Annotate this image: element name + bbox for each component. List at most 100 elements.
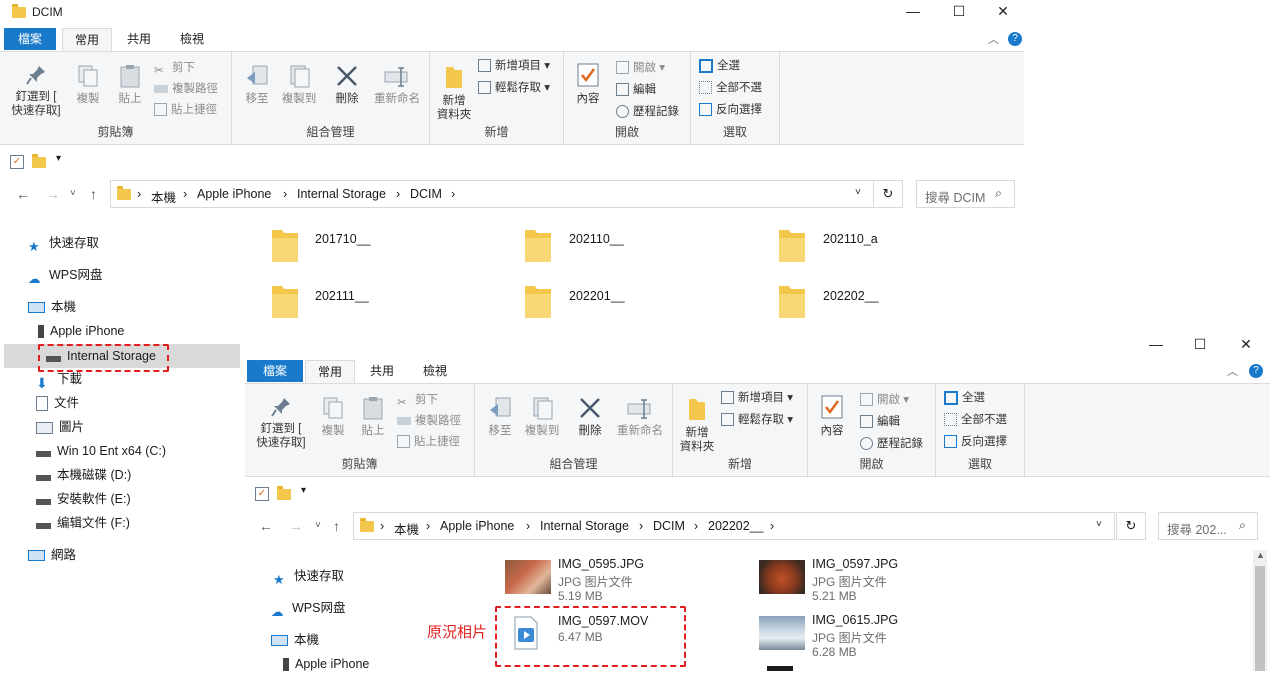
edit-button[interactable]: 編輯 [860, 412, 900, 432]
nav-drive-d[interactable]: 本機磁碟 (D:) [36, 465, 131, 485]
easy-access-button[interactable]: 輕鬆存取 ▾ [721, 410, 793, 430]
crumb-this-pc[interactable]: 本機 [151, 187, 176, 206]
scroll-thumb[interactable] [1255, 566, 1265, 671]
nav-wps-cloud[interactable]: ☁ WPS网盘 [271, 598, 345, 619]
copy-path-button[interactable]: 複製路徑 [154, 79, 218, 99]
tab-view[interactable]: 檢視 [168, 28, 216, 50]
select-none-button[interactable]: 全部不選 [944, 410, 1007, 430]
forward-arrow-button[interactable]: → [46, 186, 60, 202]
close-button[interactable]: ✕ [980, 0, 1026, 24]
nav-drive-f[interactable]: 编辑文件 (F:) [36, 513, 130, 533]
delete-button[interactable]: 刪除 [573, 396, 607, 438]
paste-shortcut-button[interactable]: 貼上捷徑 [154, 100, 217, 120]
folder-icon[interactable] [270, 284, 300, 320]
tab-file[interactable]: 檔案 [4, 28, 56, 50]
select-all-button[interactable]: 全選 [944, 388, 985, 408]
properties-qat-icon[interactable]: ✓ [10, 155, 24, 169]
crumb-internal-storage[interactable]: Internal Storage [297, 187, 386, 201]
select-all-button[interactable]: 全選 [699, 56, 740, 76]
crumb-dcim[interactable]: DCIM [653, 519, 685, 533]
file-name[interactable]: IMG_0595.JPG [558, 557, 644, 571]
tab-file[interactable]: 檔案 [247, 360, 303, 382]
help-icon[interactable]: ? [1249, 364, 1263, 378]
folder-icon[interactable] [523, 284, 553, 320]
copy-button[interactable]: 複製 [70, 64, 106, 106]
copy-to-button[interactable]: 複製到 [278, 64, 320, 106]
history-button[interactable]: 歷程記錄 [860, 434, 923, 454]
folder-qat-icon[interactable] [277, 486, 291, 500]
nav-quick-access[interactable]: ★ 快速存取 [273, 566, 344, 587]
nav-this-pc[interactable]: 本機 [271, 630, 319, 650]
cut-button[interactable]: ✂ 剪下 [397, 390, 438, 410]
chevron-up-icon[interactable]: ︿ [988, 31, 999, 47]
rename-button[interactable]: 重新命名 [370, 64, 424, 106]
file-name[interactable]: IMG_0615.JPG [812, 613, 898, 627]
forward-arrow-button[interactable]: → [289, 518, 303, 534]
customize-qat-button[interactable]: ▾ [56, 153, 61, 164]
nav-drive-c[interactable]: Win 10 Ent x64 (C:) [36, 441, 166, 461]
nav-quick-access[interactable]: ★ 快速存取 [28, 233, 99, 254]
close-button[interactable]: ✕ [1223, 333, 1269, 357]
crumb-apple-iphone[interactable]: Apple iPhone [197, 187, 271, 201]
back-arrow-button[interactable]: ← [16, 186, 30, 202]
nav-downloads[interactable]: ⬇ 下載 [36, 369, 82, 391]
properties-button[interactable]: 內容 [570, 62, 606, 106]
nav-wps-cloud[interactable]: ☁ WPS网盘 [28, 265, 102, 286]
recent-dropdown-button[interactable]: ˅ [70, 188, 76, 199]
rename-button[interactable]: 重新命名 [613, 396, 667, 438]
new-folder-button[interactable]: 新增 資料夾 [434, 64, 474, 122]
scroll-up-arrow[interactable]: ▲ [1256, 550, 1265, 560]
pin-button[interactable]: 釘選到 [ 快速存取] [6, 64, 66, 118]
minimize-button[interactable]: — [890, 0, 936, 24]
nav-apple-iphone[interactable]: Apple iPhone [283, 654, 369, 674]
photo-thumbnail[interactable] [759, 616, 805, 650]
tab-share[interactable]: 共用 [359, 360, 405, 382]
crumb-202202[interactable]: 202202__ [708, 519, 764, 533]
paste-button[interactable]: 貼上 [112, 64, 148, 106]
new-folder-button[interactable]: 新增 資料夾 [677, 396, 717, 454]
chevron-up-icon[interactable]: ︿ [1227, 363, 1238, 379]
properties-qat-icon[interactable]: ✓ [255, 487, 269, 501]
copy-to-button[interactable]: 複製到 [521, 396, 563, 438]
recent-dropdown-button[interactable]: ˅ [315, 520, 321, 531]
nav-pictures[interactable]: 圖片 [36, 417, 84, 437]
pin-button[interactable]: 釘選到 [ 快速存取] [251, 396, 311, 450]
folder-qat-icon[interactable] [32, 154, 46, 168]
refresh-button[interactable]: ↻ [873, 180, 903, 208]
properties-button[interactable]: 內容 [814, 394, 850, 438]
maximize-button[interactable]: ☐ [936, 0, 982, 24]
folder-name[interactable]: 202110_a [823, 232, 878, 246]
open-button[interactable]: 開啟 ▾ [860, 390, 909, 410]
nav-network[interactable]: 網路 [28, 545, 76, 565]
paste-button[interactable]: 貼上 [355, 396, 391, 438]
photo-thumbnail[interactable] [759, 560, 805, 594]
delete-button[interactable]: 刪除 [330, 64, 364, 106]
move-to-button[interactable]: 移至 [483, 396, 517, 438]
folder-name[interactable]: 202110__ [569, 232, 624, 246]
nav-apple-iphone[interactable]: Apple iPhone [38, 321, 124, 341]
crumb-this-pc[interactable]: 本機 [394, 519, 419, 538]
crumb-internal-storage[interactable]: Internal Storage [540, 519, 629, 533]
file-name[interactable]: IMG_0597.JPG [812, 557, 898, 571]
new-item-button[interactable]: 新增項目 ▾ [721, 388, 793, 408]
address-bar[interactable]: › 本機 › Apple iPhone › Internal Storage ›… [110, 180, 874, 208]
move-to-button[interactable]: 移至 [240, 64, 274, 106]
select-none-button[interactable]: 全部不選 [699, 78, 762, 98]
maximize-button[interactable]: ☐ [1177, 333, 1223, 357]
folder-icon[interactable] [523, 228, 553, 264]
tab-share[interactable]: 共用 [116, 28, 162, 50]
up-arrow-button[interactable]: ↑ [333, 518, 340, 534]
paste-shortcut-button[interactable]: 貼上捷徑 [397, 432, 460, 452]
tab-home[interactable]: 常用 [305, 360, 355, 383]
vertical-scrollbar[interactable]: ▲ [1253, 550, 1267, 671]
tab-view[interactable]: 檢視 [411, 360, 459, 382]
copy-button[interactable]: 複製 [315, 396, 351, 438]
folder-name[interactable]: 202111__ [315, 289, 369, 303]
crumb-apple-iphone[interactable]: Apple iPhone [440, 519, 514, 533]
search-input[interactable]: 搜尋 202... ⌕ [1158, 512, 1258, 540]
photo-thumbnail[interactable] [505, 560, 551, 594]
new-item-button[interactable]: 新增項目 ▾ [478, 56, 550, 76]
refresh-button[interactable]: ↻ [1116, 512, 1146, 540]
nav-drive-e[interactable]: 安裝軟件 (E:) [36, 489, 131, 509]
copy-path-button[interactable]: 複製路徑 [397, 411, 461, 431]
